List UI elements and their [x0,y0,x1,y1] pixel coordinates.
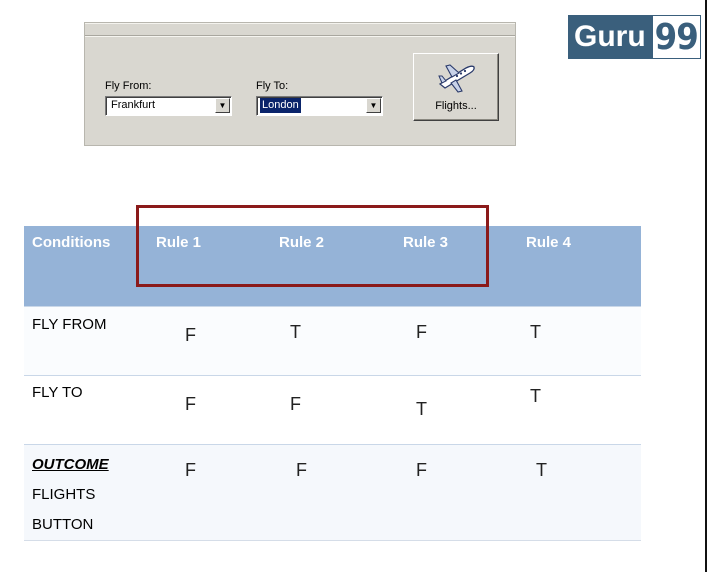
chevron-down-icon[interactable]: ▼ [366,98,381,113]
header-rule-4: Rule 4 [526,234,572,251]
airplane-icon [438,64,475,93]
table-row: FLY TO F F T T [24,375,641,444]
condition-fly-from: FLY FROM [32,316,107,333]
fly-to-value: London [260,98,301,113]
outcome-line-2: BUTTON [32,516,94,533]
logo-number: 99 [651,15,701,59]
outcome-label: OUTCOME FLIGHTS BUTTON [32,450,109,540]
cell-value: F [185,394,196,414]
chevron-down-icon[interactable]: ▼ [215,98,230,113]
cell-value: F [290,394,301,414]
cell-value: F [416,322,427,342]
cell-value: F [185,325,196,345]
logo-word: Guru [568,15,652,59]
flights-button-label: Flights... [435,100,477,112]
cell-value: F [416,460,427,480]
condition-fly-to: FLY TO [32,384,83,401]
flights-button[interactable]: Flights... [413,53,499,121]
cell-value: T [530,386,541,406]
outcome-line-1: FLIGHTS [32,486,96,503]
cell-value: F [296,460,307,480]
rules-highlight-box [136,205,489,287]
outcome-title: OUTCOME [32,456,109,473]
cell-value: T [530,322,541,342]
fly-to-select[interactable]: London ▼ [256,96,383,116]
fly-from-label: Fly From: [105,80,152,92]
fly-to-label: Fly To: [256,80,289,92]
flight-dialog: Fly From: Frankfurt ▼ Fly To: London ▼ F… [84,22,516,146]
cell-value: T [416,399,427,419]
header-conditions: Conditions [32,234,111,251]
guru99-logo: Guru 99 [568,15,701,59]
cell-value: T [536,460,547,480]
page-edge-rule [705,0,707,572]
cell-value: F [185,460,196,480]
cell-value: T [290,322,301,342]
dialog-divider-highlight [85,36,515,37]
table-row: FLY FROM F T F T [24,306,641,375]
fly-from-select[interactable]: Frankfurt ▼ [105,96,232,116]
table-row: OUTCOME FLIGHTS BUTTON F F F T [24,444,641,541]
fly-from-value: Frankfurt [111,99,156,111]
